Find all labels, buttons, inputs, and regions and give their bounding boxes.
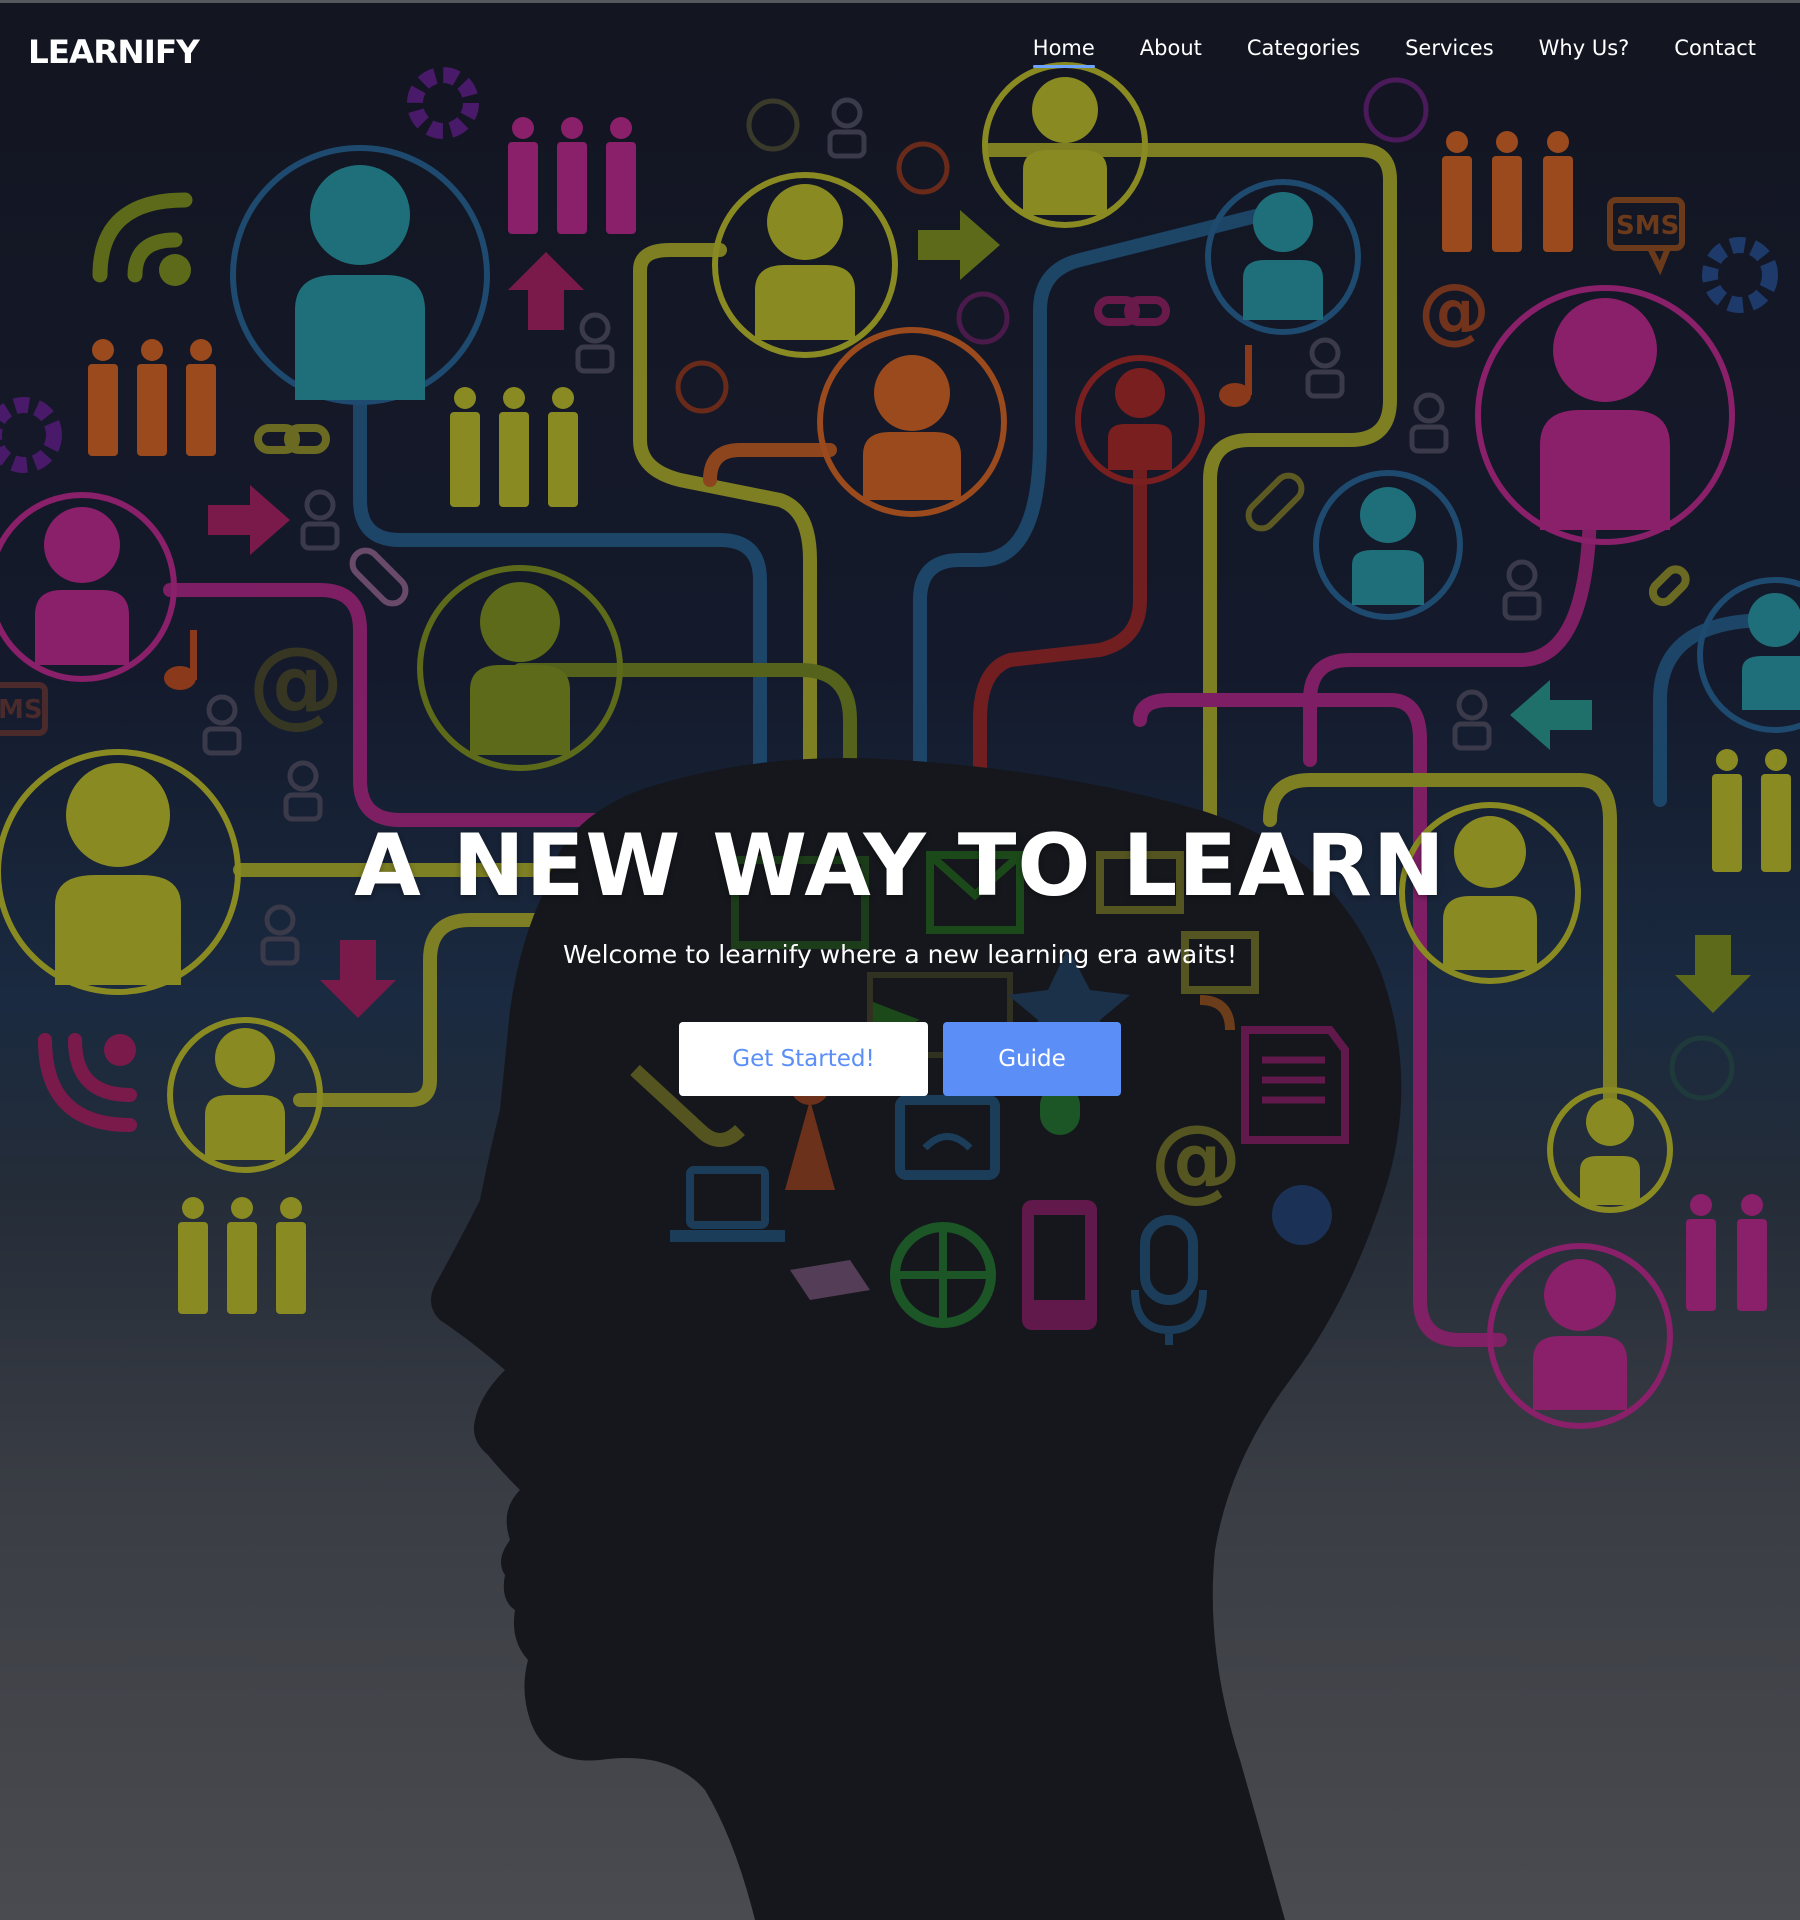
brand-logo[interactable]: LEARNIFY — [28, 33, 200, 71]
nav-links: Home About Categories Services Why Us? C… — [1032, 36, 1756, 68]
navbar: LEARNIFY Home About Categories Services … — [0, 0, 1800, 104]
ms-label: MS — [0, 695, 43, 725]
nav-item-about[interactable]: About — [1140, 36, 1202, 68]
nav-item-home[interactable]: Home — [1032, 36, 1095, 68]
svg-text:@: @ — [1418, 268, 1490, 352]
hero-title: A NEW WAY TO LEARN — [354, 816, 1446, 916]
nav-item-categories[interactable]: Categories — [1247, 36, 1360, 68]
hero-subtitle: Welcome to learnify where a new learning… — [562, 940, 1238, 969]
svg-text:@: @ — [248, 626, 344, 738]
sms-label: SMS — [1616, 211, 1679, 241]
nav-item-why-us[interactable]: Why Us? — [1539, 36, 1630, 68]
nav-item-services[interactable]: Services — [1405, 36, 1494, 68]
guide-button[interactable]: Guide — [943, 1022, 1121, 1096]
get-started-button[interactable]: Get Started! — [679, 1022, 928, 1096]
nav-item-contact[interactable]: Contact — [1674, 36, 1756, 68]
svg-text:@: @ — [1150, 1105, 1242, 1212]
hero-section: @ @ SMS MS @ LEARNIFY Home About Categor… — [0, 0, 1800, 1920]
